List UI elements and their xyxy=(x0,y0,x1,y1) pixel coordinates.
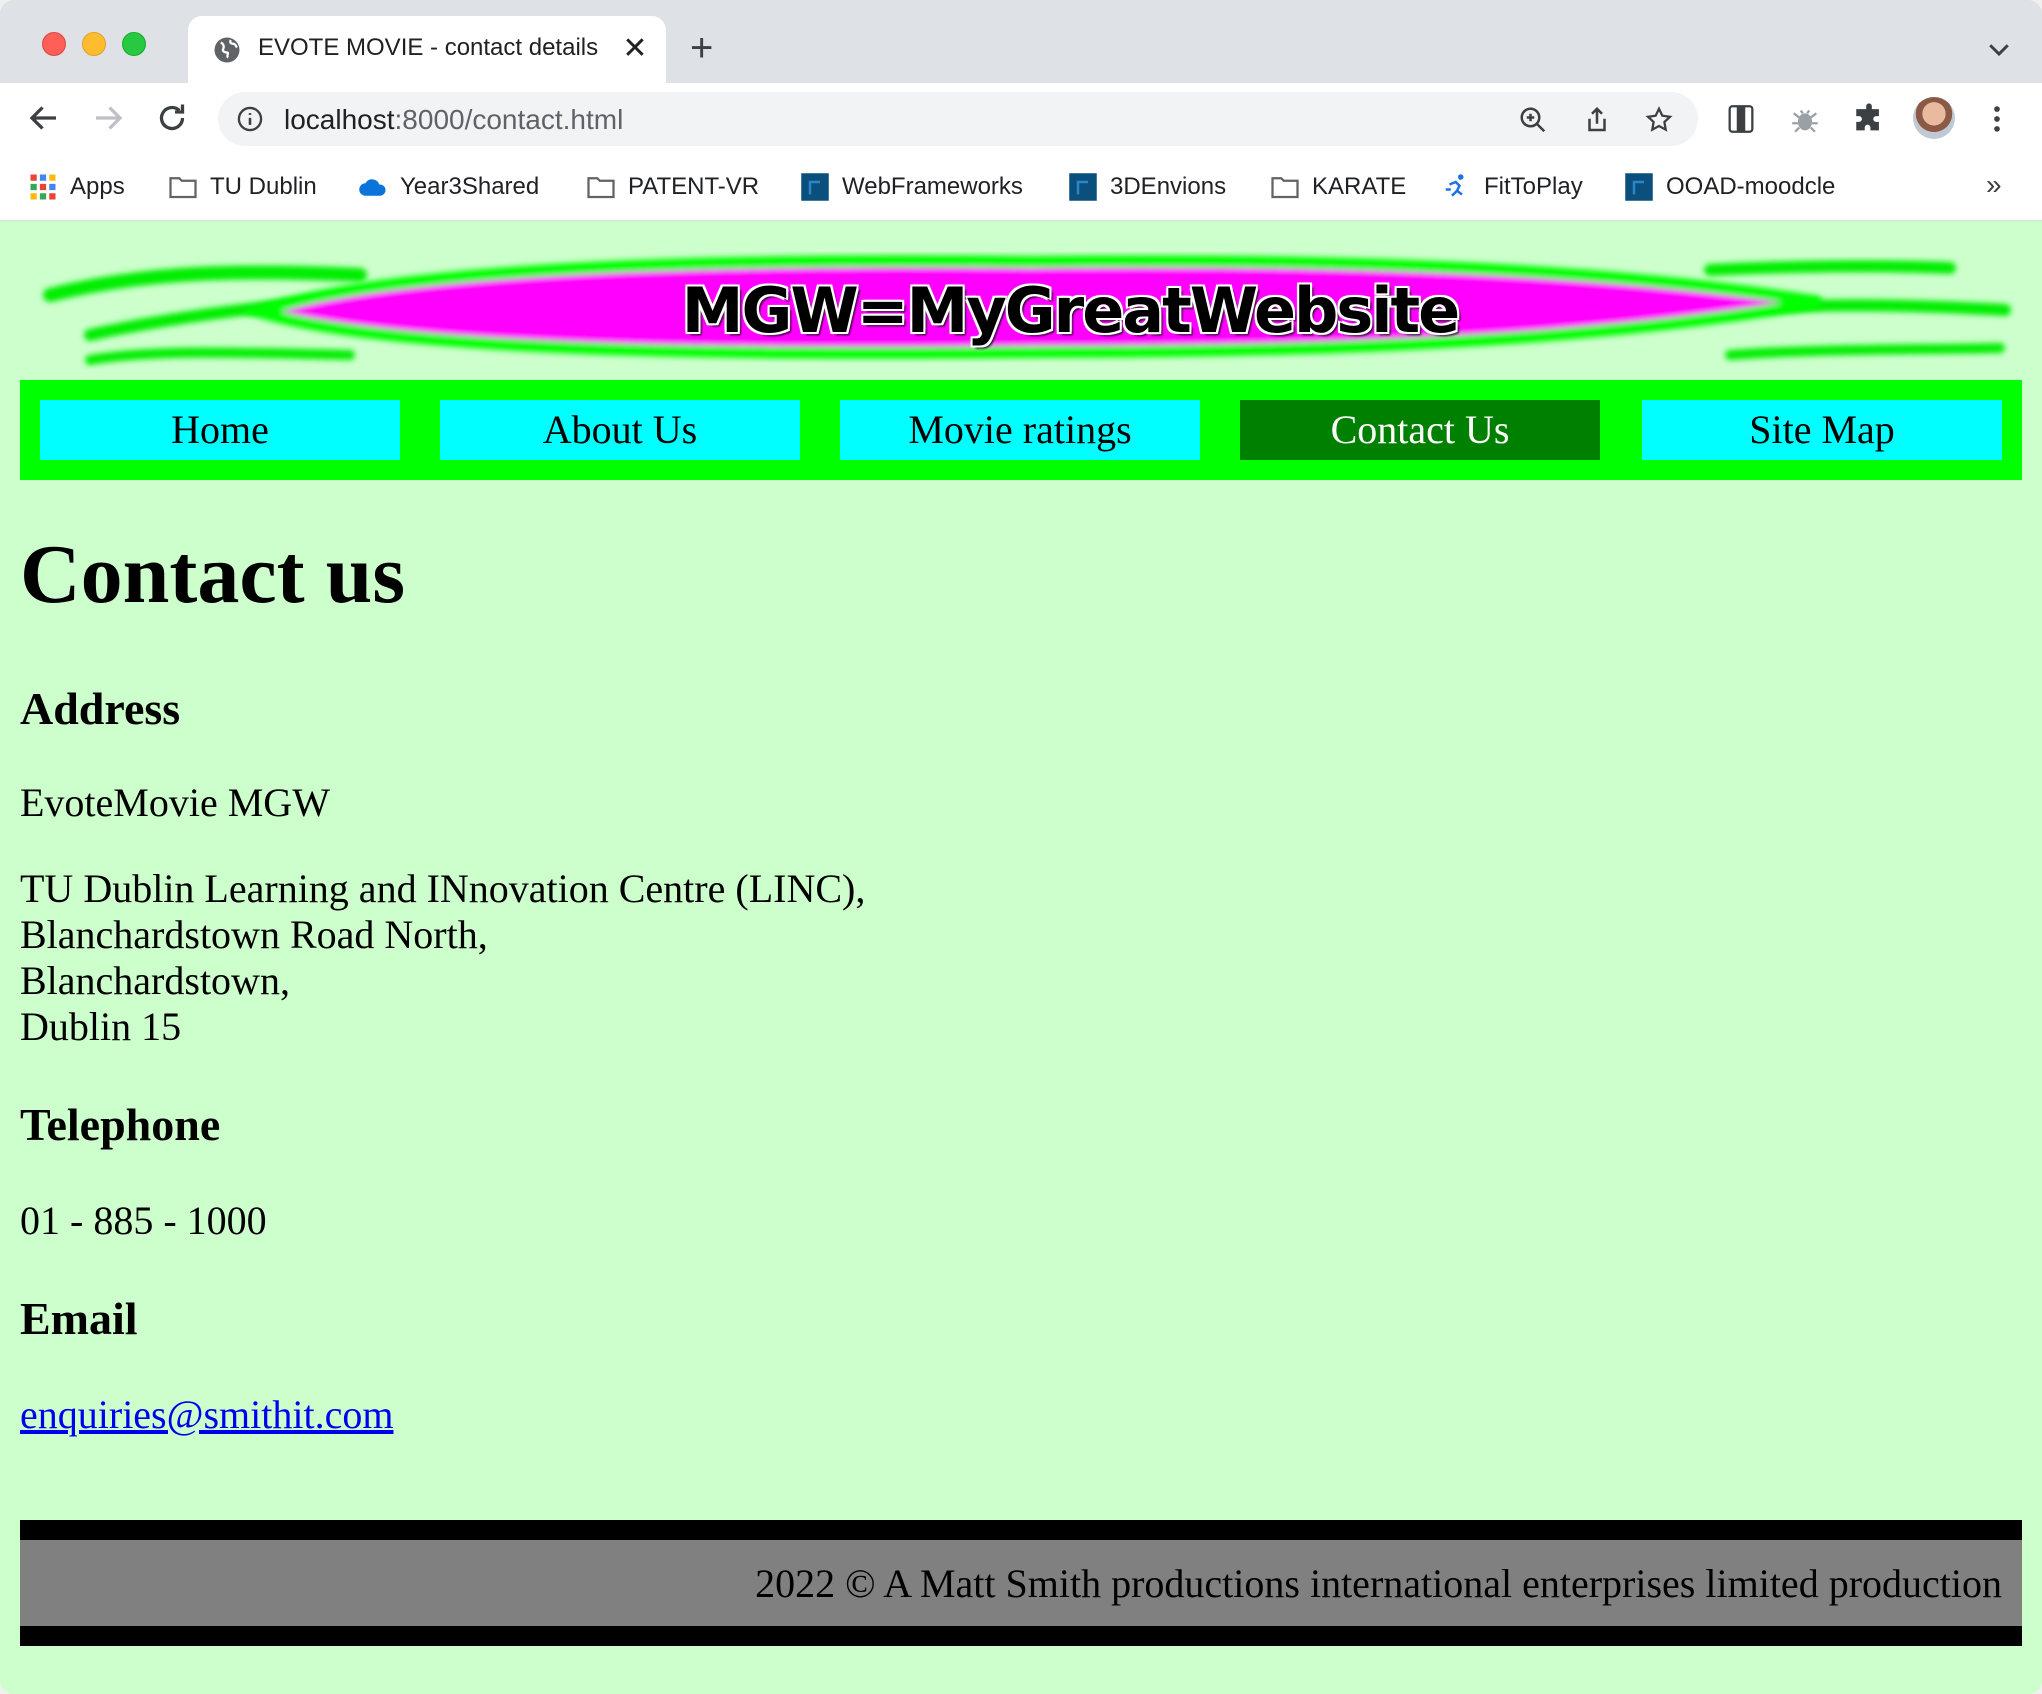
bookmark-label: FitToPlay xyxy=(1484,173,1583,200)
web-page: MGW=MyGreatWebsite Home About Us Movie r… xyxy=(0,222,2042,1694)
url-host: localhost xyxy=(284,104,395,135)
runner-icon xyxy=(1445,174,1464,197)
bookmarks-bar: Apps TU Dublin Year3Shared PATENT-VR Web… xyxy=(0,153,2042,221)
address-line: Dublin 15 xyxy=(20,1004,182,1049)
site-favicon-icon xyxy=(1069,173,1097,201)
address-line: Blanchardstown Road North, xyxy=(20,912,488,957)
bookmark-ooad-moodcle[interactable]: OOAD-moodcle xyxy=(1624,167,1835,207)
profile-avatar[interactable] xyxy=(1913,97,1955,139)
email-link[interactable]: enquiries@smithit.com xyxy=(20,1392,393,1437)
apps-grid-icon xyxy=(30,174,56,200)
nav-about-us[interactable]: About Us xyxy=(440,400,800,460)
nav-contact-us[interactable]: Contact Us xyxy=(1240,400,1600,460)
chevron-down-icon[interactable] xyxy=(1984,34,2014,64)
tab-close-icon[interactable]: ✕ xyxy=(620,34,650,64)
footer-text: 2022 © A Matt Smith productions internat… xyxy=(755,1561,2002,1606)
bookmark-tu-dublin[interactable]: TU Dublin xyxy=(168,167,317,207)
address-block: TU Dublin Learning and INnovation Centre… xyxy=(20,866,865,1050)
main-nav: Home About Us Movie ratings Contact Us S… xyxy=(20,380,2022,480)
address-line: TU Dublin Learning and INnovation Centre… xyxy=(20,866,866,911)
tab-strip: EVOTE MOVIE - contact details ✕ + xyxy=(0,0,2042,83)
site-footer: 2022 © A Matt Smith productions internat… xyxy=(20,1520,2022,1646)
nav-site-map[interactable]: Site Map xyxy=(1642,400,2002,460)
forward-arrow-icon[interactable] xyxy=(90,100,126,136)
url-path: :8000/contact.html xyxy=(394,104,624,135)
email-heading: Email xyxy=(20,1293,138,1344)
site-banner: MGW=MyGreatWebsite xyxy=(30,240,2020,370)
bookmark-webframeworks[interactable]: WebFrameworks xyxy=(800,167,1023,207)
folder-icon xyxy=(587,177,615,199)
bookmark-label: TU Dublin xyxy=(210,173,317,200)
address-heading: Address xyxy=(20,683,181,734)
browser-window: EVOTE MOVIE - contact details ✕ + localh… xyxy=(0,0,2042,1694)
share-icon[interactable] xyxy=(1582,105,1612,135)
bookmark-year3shared[interactable]: Year3Shared xyxy=(358,167,539,207)
banner-title: MGW=MyGreatWebsite xyxy=(681,274,1460,347)
telephone-number: 01 - 885 - 1000 xyxy=(20,1198,267,1243)
folder-icon xyxy=(1271,177,1299,199)
browser-toolbar: localhost:8000/contact.html xyxy=(0,83,2042,153)
extensions-puzzle-icon[interactable] xyxy=(1852,102,1886,136)
nav-home[interactable]: Home xyxy=(40,400,400,460)
onedrive-cloud-icon xyxy=(359,179,386,196)
zoom-window-button[interactable] xyxy=(122,32,146,56)
bookmark-label: OOAD-moodcle xyxy=(1666,173,1836,200)
globe-icon xyxy=(214,37,240,63)
more-menu-icon[interactable] xyxy=(1980,102,2014,136)
new-tab-button[interactable]: + xyxy=(690,28,713,68)
bug-extension-icon[interactable] xyxy=(1788,102,1822,136)
minimize-window-button[interactable] xyxy=(82,32,106,56)
bookmark-label: WebFrameworks xyxy=(842,173,1023,200)
bookmark-3denvions[interactable]: 3DEnvions xyxy=(1068,167,1226,207)
bookmark-label: Year3Shared xyxy=(400,173,540,200)
bookmark-star-icon[interactable] xyxy=(1644,105,1674,135)
bookmark-patent-vr[interactable]: PATENT-VR xyxy=(586,167,759,207)
tab-title: EVOTE MOVIE - contact details xyxy=(258,34,599,61)
page-title: Contact us xyxy=(20,528,406,621)
bookmark-label: KARATE xyxy=(1312,173,1407,200)
reading-mode-icon[interactable] xyxy=(1724,102,1758,136)
zoom-icon[interactable] xyxy=(1518,105,1548,135)
bookmark-label: PATENT-VR xyxy=(628,173,760,200)
bookmark-fittoplay[interactable]: FitToPlay xyxy=(1442,167,1583,207)
bookmark-label: 3DEnvions xyxy=(1110,173,1227,200)
nav-movie-ratings[interactable]: Movie ratings xyxy=(840,400,1200,460)
site-favicon-icon xyxy=(801,173,829,201)
organisation-name: EvoteMovie MGW xyxy=(20,780,330,825)
address-bar[interactable]: localhost:8000/contact.html xyxy=(218,92,1698,146)
address-line: Blanchardstown, xyxy=(20,958,290,1003)
back-arrow-icon[interactable] xyxy=(26,100,62,136)
telephone-heading: Telephone xyxy=(20,1099,221,1150)
close-window-button[interactable] xyxy=(42,32,66,56)
bookmark-apps[interactable]: Apps xyxy=(28,167,125,207)
bookmark-karate[interactable]: KARATE xyxy=(1270,167,1406,207)
reload-icon[interactable] xyxy=(154,100,190,136)
url-text: localhost:8000/contact.html xyxy=(284,104,623,136)
folder-icon xyxy=(169,177,197,199)
more-bookmarks-chevron-icon[interactable]: » xyxy=(1986,169,2002,201)
email-paragraph: enquiries@smithit.com xyxy=(20,1392,393,1438)
site-favicon-icon xyxy=(1625,173,1653,201)
active-tab[interactable]: EVOTE MOVIE - contact details ✕ xyxy=(188,16,666,83)
site-info-icon[interactable] xyxy=(236,105,264,133)
bookmark-label: Apps xyxy=(70,173,125,200)
